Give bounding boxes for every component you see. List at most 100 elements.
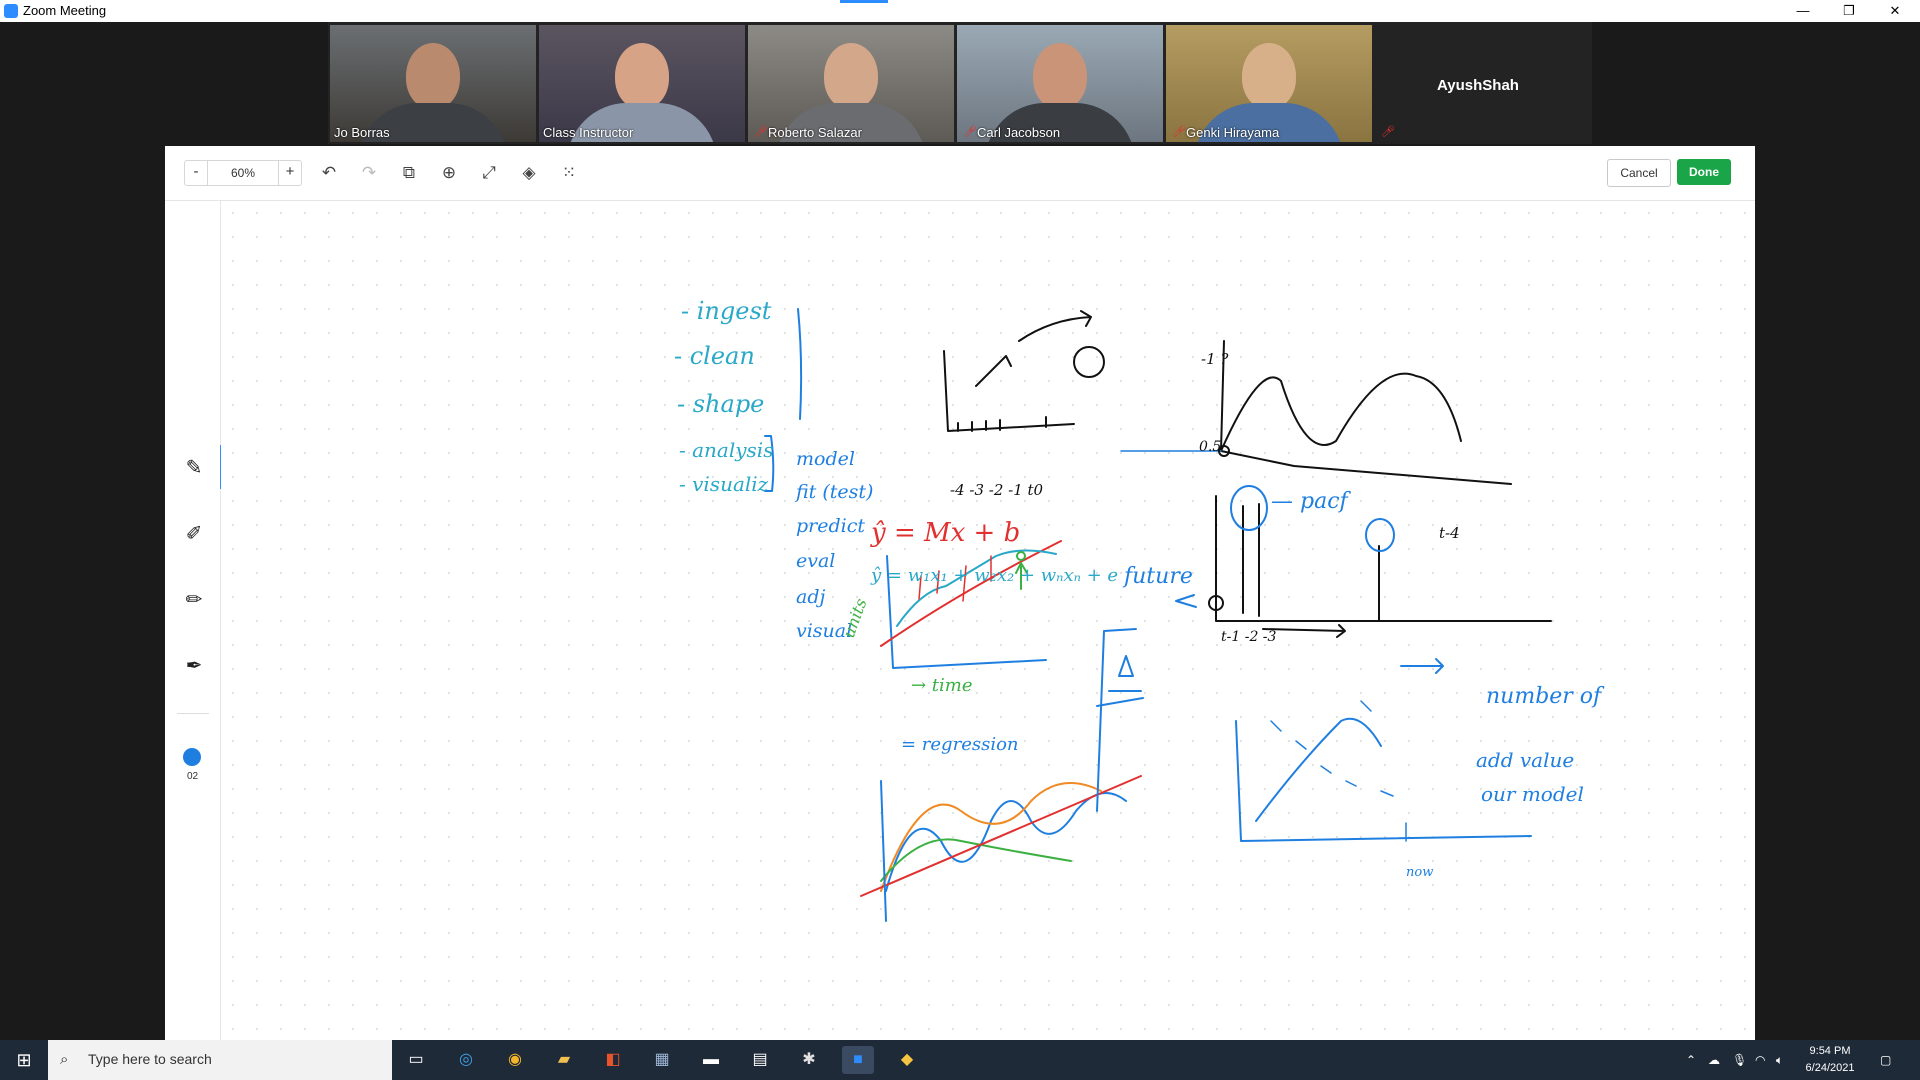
search-icon: ⌕ (60, 1051, 69, 1068)
fill-bucket-icon[interactable]: ◈ (516, 160, 542, 186)
zoom-level: 60% (230, 166, 256, 180)
video-tile-class-instructor[interactable]: Class Instructor (539, 25, 745, 142)
clock-time: 9:54 PM (1809, 1045, 1851, 1057)
system-clock[interactable]: 9:54 PM 6/24/2021 (1790, 1043, 1870, 1077)
model-step-adj: adj (796, 586, 825, 608)
chrome-icon[interactable]: ◉ (499, 1046, 531, 1074)
label-our-model: our model (1481, 782, 1584, 806)
search-placeholder: Type here to search (88, 1051, 212, 1067)
redo-icon[interactable]: ↷ (356, 160, 382, 186)
sidebar-divider (177, 713, 209, 714)
drawing-layer: - ingest - clean - shape - analysis - vi… (674, 297, 1605, 922)
participant-name: Genki Hirayama (1186, 125, 1280, 140)
calligraphy-pen-icon[interactable]: ✒ (179, 651, 209, 681)
microphone-icon[interactable]: 🎙︎ (1732, 1040, 1747, 1080)
taskbar-search[interactable]: ⌕ Type here to search (48, 1040, 392, 1080)
equation-multi: ŷ = w₁x₁ + w₂x₂ + wₙxₙ + e (870, 565, 1118, 586)
step-shape: - shape (677, 390, 764, 418)
stroke-size-label: 02 (186, 771, 199, 782)
label-axis-top: -1 ? (1201, 350, 1229, 368)
video-tile-jo-borras[interactable]: Jo Borras (330, 25, 536, 142)
window-title: Zoom Meeting (23, 3, 107, 18)
step-clean: - clean (674, 342, 755, 370)
fit-screen-icon[interactable]: ⤢ (476, 160, 502, 186)
model-step-predict: predict (796, 515, 865, 537)
zoom-out-button[interactable]: - (185, 161, 208, 185)
wifi-icon[interactable]: ◠ (1755, 1040, 1765, 1080)
app-extra-icon[interactable]: ◆ (891, 1046, 923, 1074)
participant-name: Carl Jacobson (977, 125, 1061, 140)
slack-icon[interactable]: ✱ (793, 1046, 825, 1074)
video-strip: Jo Borras Class Instructor 🎤︎ Roberto Sa… (328, 22, 1592, 144)
restore-button[interactable]: ❐ (1826, 0, 1872, 22)
stroke-color-swatch[interactable] (183, 748, 201, 766)
y-label-units: units (839, 596, 871, 640)
grid-icon[interactable]: ⁙ (556, 160, 582, 186)
whiteboard-window: - 60% + ↶ ↷ ⧉ ⊕ ⤢ ◈ ⁙ Cancel Done ✎ ✐ ✏ … (165, 146, 1755, 1040)
step-analysis: - analysis (679, 438, 773, 462)
step-ingest: - ingest (681, 297, 772, 325)
label-number-of: number of (1486, 684, 1605, 709)
calculator-icon[interactable]: ▦ (646, 1046, 678, 1074)
muted-mic-icon: 🎤︎ (1381, 126, 1395, 138)
windows-start-icon[interactable]: ⊞ (0, 1040, 48, 1080)
app-window-icon[interactable]: ▤ (744, 1046, 776, 1074)
minimize-button[interactable]: — (1780, 0, 1826, 22)
participant-name: Jo Borras (334, 125, 390, 140)
tray-chevron-icon[interactable]: ⌃ (1686, 1040, 1696, 1080)
marker-icon[interactable]: ✐ (179, 519, 209, 549)
file-explorer-icon[interactable]: ▰ (548, 1046, 580, 1074)
clock-date: 6/24/2021 (1805, 1062, 1855, 1074)
zoom-app-icon (4, 4, 18, 18)
terminal-icon[interactable]: ▬ (695, 1046, 727, 1074)
done-button[interactable]: Done (1677, 159, 1731, 185)
model-step-fit: fit (test) (794, 481, 873, 503)
windows-taskbar: ⊞ ⌕ Type here to search ▭ ◎ ◉ ▰ ◧ ▦ ▬ ▤ … (0, 1040, 1920, 1080)
label-t-minus-4: t-4 (1439, 524, 1460, 542)
model-step-eval: eval (796, 550, 835, 572)
video-tile-carl-jacobson[interactable]: 🎤︎ Carl Jacobson (957, 25, 1163, 142)
shapes-icon[interactable]: ⧉ (396, 160, 422, 186)
muted-mic-icon: 🎤︎ (1172, 126, 1186, 138)
cancel-button[interactable]: Cancel (1607, 159, 1671, 187)
equation-linear: ŷ = Mx + b (870, 518, 1020, 548)
onedrive-icon[interactable]: ☁ (1708, 1040, 1720, 1080)
participant-name: Roberto Salazar (768, 125, 862, 140)
participant-name: Class Instructor (543, 125, 634, 140)
label-now: now (1406, 865, 1433, 880)
undo-icon[interactable]: ↶ (316, 160, 342, 186)
muted-mic-icon: 🎤︎ (754, 126, 768, 138)
highlighter-icon[interactable]: ✏ (179, 585, 209, 615)
zoom-taskbar-icon[interactable]: ■ (842, 1046, 874, 1074)
video-tile-genki-hirayama[interactable]: 🎤︎ Genki Hirayama (1166, 25, 1372, 142)
label-pacf: — pacf (1271, 489, 1352, 514)
step-visualiz: - visualiz (679, 472, 769, 496)
label-add-value: add value (1476, 748, 1574, 772)
x-label-time: → time (911, 675, 973, 696)
muted-mic-icon: 🎤︎ (963, 126, 977, 138)
volume-icon[interactable]: 🔈︎ (1776, 1040, 1783, 1080)
label-t-minus: t-1 -2 -3 (1221, 629, 1277, 645)
label-axis-mid: 0.5 (1199, 439, 1221, 455)
notification-icon[interactable]: ▢ (1880, 1040, 1891, 1080)
task-view-icon[interactable]: ▭ (400, 1046, 432, 1074)
zoom-in-button[interactable]: + (278, 161, 301, 185)
title-progress-marker (840, 0, 888, 3)
title-bar: Zoom Meeting — ❐ ✕ (0, 0, 1920, 22)
zoom-control: - 60% + (184, 160, 302, 186)
video-tile-roberto-salazar[interactable]: 🎤︎ Roberto Salazar (748, 25, 954, 142)
video-tile-ayushshah[interactable]: AyushShah 🎤︎ (1375, 25, 1581, 142)
office-icon[interactable]: ◧ (597, 1046, 629, 1074)
edge-icon[interactable]: ◎ (450, 1046, 482, 1074)
target-icon[interactable]: ⊕ (436, 160, 462, 186)
pen-icon[interactable]: ✎ (179, 445, 223, 489)
pen-sidebar: ✎ ✐ ✏ ✒ 02 (165, 201, 223, 1040)
close-button[interactable]: ✕ (1872, 0, 1918, 22)
model-step-model: model (796, 448, 855, 470)
whiteboard-canvas[interactable]: - ingest - clean - shape - analysis - vi… (221, 201, 1755, 1040)
participant-name: AyushShah (1437, 77, 1519, 94)
label-regression: = regression (901, 734, 1019, 755)
label-future: future (1122, 564, 1193, 589)
whiteboard-toolbar: - 60% + ↶ ↷ ⧉ ⊕ ⤢ ◈ ⁙ Cancel Done (165, 146, 1755, 201)
label-time-ticks: -4 -3 -2 -1 t0 (950, 481, 1044, 499)
